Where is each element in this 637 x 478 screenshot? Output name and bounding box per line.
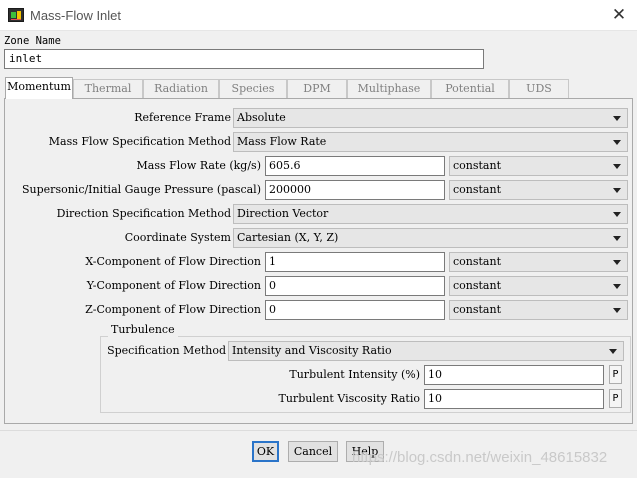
mass-flow-rate-input[interactable]: 605.6 <box>265 156 445 176</box>
mass-flow-rate-label: Mass Flow Rate (kg/s) <box>136 159 261 172</box>
z-component-input[interactable]: 0 <box>265 300 445 320</box>
direction-spec-method-value: Direction Vector <box>237 207 329 220</box>
z-component-label: Z-Component of Flow Direction <box>85 303 261 316</box>
x-component-label: X-Component of Flow Direction <box>85 255 261 268</box>
turbulent-intensity-input[interactable]: 10 <box>424 365 604 385</box>
turbulent-intensity-label: Turbulent Intensity (%) <box>289 368 420 381</box>
cancel-button[interactable]: Cancel <box>288 441 338 462</box>
gauge-pressure-label: Supersonic/Initial Gauge Pressure (pasca… <box>22 183 261 196</box>
y-component-label: Y-Component of Flow Direction <box>86 279 261 292</box>
mass-flow-spec-method-label: Mass Flow Specification Method <box>48 135 231 148</box>
chevron-down-icon <box>613 236 621 241</box>
x-component-profile-value: constant <box>453 255 501 268</box>
zone-name-label: Zone Name <box>4 35 61 47</box>
turbulent-viscosity-ratio-input[interactable]: 10 <box>424 389 604 409</box>
chevron-down-icon <box>613 284 621 289</box>
reference-frame-dropdown[interactable]: Absolute <box>233 108 628 128</box>
gauge-pressure-input[interactable]: 200000 <box>265 180 445 200</box>
chevron-down-icon <box>613 164 621 169</box>
direction-spec-method-label: Direction Specification Method <box>56 207 231 220</box>
turbulent-intensity-parameter-button[interactable]: P <box>609 365 622 384</box>
tab-dpm[interactable]: DPM <box>287 79 347 98</box>
turbulence-spec-method-label: Specification Method <box>107 344 226 357</box>
chevron-down-icon <box>613 308 621 313</box>
turbulence-spec-method-value: Intensity and Viscosity Ratio <box>232 344 392 357</box>
coordinate-system-label: Coordinate System <box>124 231 231 244</box>
mass-flow-rate-profile-dropdown[interactable]: constant <box>449 156 628 176</box>
z-component-profile-dropdown[interactable]: constant <box>449 300 628 320</box>
turbulent-viscosity-ratio-parameter-button[interactable]: P <box>609 389 622 408</box>
tab-potential[interactable]: Potential <box>431 79 509 98</box>
turbulence-group-title: Turbulence <box>108 323 178 337</box>
tab-species[interactable]: Species <box>219 79 287 98</box>
reference-frame-value: Absolute <box>237 111 286 124</box>
chevron-down-icon <box>609 349 617 354</box>
tab-radiation[interactable]: Radiation <box>143 79 219 98</box>
close-icon[interactable]: ✕ <box>604 4 634 26</box>
x-component-profile-dropdown[interactable]: constant <box>449 252 628 272</box>
chevron-down-icon <box>613 188 621 193</box>
coordinate-system-value: Cartesian (X, Y, Z) <box>237 231 339 244</box>
gauge-pressure-profile-value: constant <box>453 183 501 196</box>
chevron-down-icon <box>613 260 621 265</box>
turbulence-spec-method-dropdown[interactable]: Intensity and Viscosity Ratio <box>228 341 624 361</box>
mass-flow-rate-profile-value: constant <box>453 159 501 172</box>
tab-thermal[interactable]: Thermal <box>73 79 143 98</box>
turbulent-viscosity-ratio-label: Turbulent Viscosity Ratio <box>278 392 420 405</box>
x-component-input[interactable]: 1 <box>265 252 445 272</box>
chevron-down-icon <box>613 140 621 145</box>
mass-flow-spec-method-value: Mass Flow Rate <box>237 135 327 148</box>
z-component-profile-value: constant <box>453 303 501 316</box>
tab-uds[interactable]: UDS <box>509 79 569 98</box>
y-component-input[interactable]: 0 <box>265 276 445 296</box>
chevron-down-icon <box>613 212 621 217</box>
y-component-profile-value: constant <box>453 279 501 292</box>
fluent-app-icon <box>8 8 24 22</box>
tab-multiphase[interactable]: Multiphase <box>347 79 431 98</box>
reference-frame-label: Reference Frame <box>134 111 231 124</box>
zone-name-input[interactable]: inlet <box>4 49 484 69</box>
ok-button[interactable]: OK <box>252 441 279 462</box>
tab-momentum[interactable]: Momentum <box>5 77 73 99</box>
window-title: Mass-Flow Inlet <box>30 8 122 23</box>
gauge-pressure-profile-dropdown[interactable]: constant <box>449 180 628 200</box>
direction-spec-method-dropdown[interactable]: Direction Vector <box>233 204 628 224</box>
chevron-down-icon <box>613 116 621 121</box>
watermark-text: https://blog.csdn.net/weixin_48615832 <box>352 449 608 466</box>
y-component-profile-dropdown[interactable]: constant <box>449 276 628 296</box>
coordinate-system-dropdown[interactable]: Cartesian (X, Y, Z) <box>233 228 628 248</box>
mass-flow-spec-method-dropdown[interactable]: Mass Flow Rate <box>233 132 628 152</box>
bottom-separator <box>0 430 637 431</box>
